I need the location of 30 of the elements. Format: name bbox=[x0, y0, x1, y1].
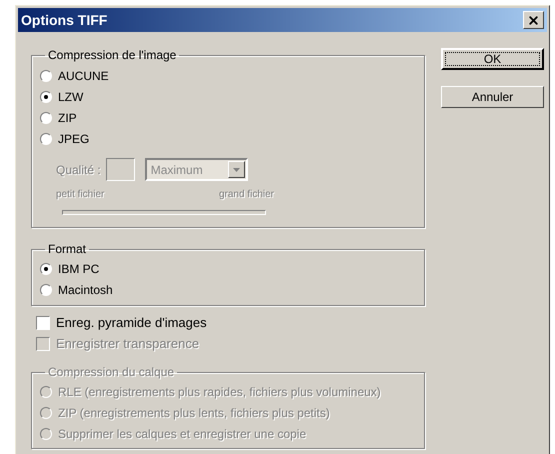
checkbox[interactable] bbox=[36, 316, 50, 330]
group-label: Compression du calque bbox=[47, 364, 176, 381]
radio-button[interactable] bbox=[40, 262, 52, 274]
radio-button[interactable] bbox=[40, 90, 52, 102]
option-label: ZIP bbox=[58, 110, 77, 126]
option-label: ZIP (enregistrements plus lents, fichiers plus petits) bbox=[58, 404, 330, 422]
option-label: JPEG bbox=[58, 130, 90, 148]
checkbox-label: Enreg. pyramide d'images bbox=[56, 314, 207, 332]
checkbox-label: Enregistrer transparence bbox=[56, 334, 200, 353]
close-button[interactable] bbox=[523, 11, 544, 29]
option-label: Macintosh bbox=[58, 282, 113, 298]
option-label: IBM PC bbox=[58, 260, 100, 278]
option-label: AUCUNE bbox=[58, 68, 109, 84]
window-title: Options TIFF bbox=[21, 10, 108, 30]
slider-track[interactable] bbox=[62, 210, 266, 215]
quality-label: Qualité : bbox=[56, 162, 101, 178]
option-label: RLE (enregistrements plus rapides, fichiers plus volumineux) bbox=[58, 384, 381, 400]
group-label: Compression de l'image bbox=[47, 47, 178, 64]
radio-button[interactable] bbox=[40, 132, 52, 144]
radio-button[interactable] bbox=[40, 112, 52, 124]
option-label: LZW bbox=[58, 88, 84, 106]
radio-button[interactable] bbox=[40, 70, 52, 82]
group-label: Format bbox=[47, 241, 88, 258]
cancel-button[interactable]: Annuler bbox=[441, 86, 544, 108]
ok-button[interactable]: OK bbox=[441, 48, 544, 70]
close-icon bbox=[527, 14, 540, 26]
slider-max-label: grand fichier bbox=[218, 188, 274, 202]
option-label: Supprimer les calques et enregistrer une copie bbox=[58, 426, 306, 442]
radio-button[interactable] bbox=[40, 284, 52, 296]
slider-min-label: petit fichier bbox=[56, 188, 104, 202]
